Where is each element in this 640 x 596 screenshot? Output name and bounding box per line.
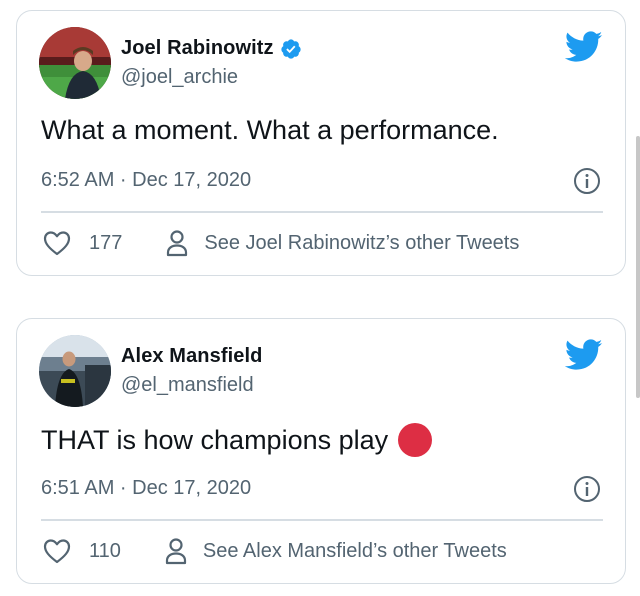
handle[interactable]: @el_mansfield <box>121 374 254 397</box>
tweet-actions: 110 See Alex Mansfield’s other Tweets <box>43 537 507 565</box>
see-other-tweets-label: See Alex Mansfield’s other Tweets <box>202 539 507 562</box>
display-name[interactable]: Joel Rabinowitz <box>121 37 274 60</box>
heart-icon <box>43 539 71 564</box>
info-icon[interactable] <box>573 167 601 195</box>
tweet-text-content: What a moment. What a performance. <box>41 115 499 145</box>
person-icon <box>165 538 186 565</box>
timestamp[interactable]: 6:51 AM · Dec 17, 2020 <box>41 477 251 500</box>
like-button[interactable]: 177 <box>43 230 122 256</box>
tweet-actions: 177 See Joel Rabinowitz’s other Tweets <box>43 229 519 257</box>
twitter-bird-icon[interactable] <box>565 339 603 371</box>
see-other-tweets-link[interactable]: See Alex Mansfield’s other Tweets <box>165 537 507 565</box>
twitter-bird-icon[interactable] <box>565 31 603 63</box>
heart-icon <box>43 231 71 256</box>
timestamp[interactable]: 6:52 AM · Dec 17, 2020 <box>41 169 251 192</box>
person-icon <box>167 230 188 257</box>
info-icon[interactable] <box>573 475 601 503</box>
tweet-text: THAT is how champions play <box>41 423 433 457</box>
like-button[interactable]: 110 <box>43 538 121 564</box>
avatar[interactable] <box>39 335 111 407</box>
tweet-text: What a moment. What a performance. <box>41 115 499 146</box>
handle[interactable]: @joel_archie <box>121 66 238 89</box>
tweet-text-content: THAT is how champions play <box>41 424 389 455</box>
like-count: 177 <box>89 231 123 254</box>
tweet-card-joel[interactable]: Joel Rabinowitz @joel_archie What a mome… <box>16 10 626 276</box>
see-other-tweets-label: See Joel Rabinowitz’s other Tweets <box>204 231 520 254</box>
author-name-row: Joel Rabinowitz <box>121 37 302 60</box>
divider <box>41 211 603 213</box>
verified-badge-icon <box>280 38 301 59</box>
avatar[interactable] <box>39 27 111 99</box>
scrollbar[interactable] <box>636 136 640 398</box>
page: Joel Rabinowitz @joel_archie What a mome… <box>0 0 640 596</box>
display-name[interactable]: Alex Mansfield <box>121 345 262 368</box>
red-circle-emoji-icon <box>398 423 433 457</box>
author-name-row: Alex Mansfield <box>121 345 262 368</box>
like-count: 110 <box>89 539 121 562</box>
divider <box>41 519 603 521</box>
tweet-card-alex[interactable]: Alex Mansfield @el_mansfield THAT is how… <box>16 318 626 584</box>
see-other-tweets-link[interactable]: See Joel Rabinowitz’s other Tweets <box>166 229 519 257</box>
